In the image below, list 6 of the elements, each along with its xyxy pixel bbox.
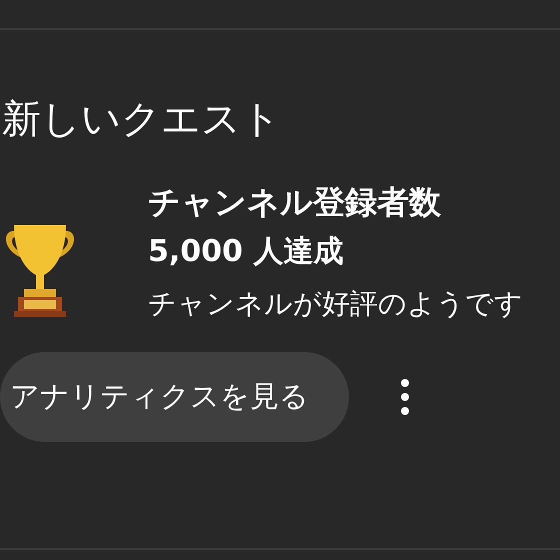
- view-analytics-button[interactable]: アナリティクスを見る: [0, 352, 349, 442]
- section-title: 新しいクエスト: [2, 96, 281, 144]
- quest-description: チャンネルが好評のようです: [148, 286, 523, 322]
- milestone-text: 5,000 人達成: [148, 233, 344, 271]
- quest-title: チャンネル登録者数: [148, 182, 442, 223]
- more-options-icon[interactable]: [399, 377, 411, 417]
